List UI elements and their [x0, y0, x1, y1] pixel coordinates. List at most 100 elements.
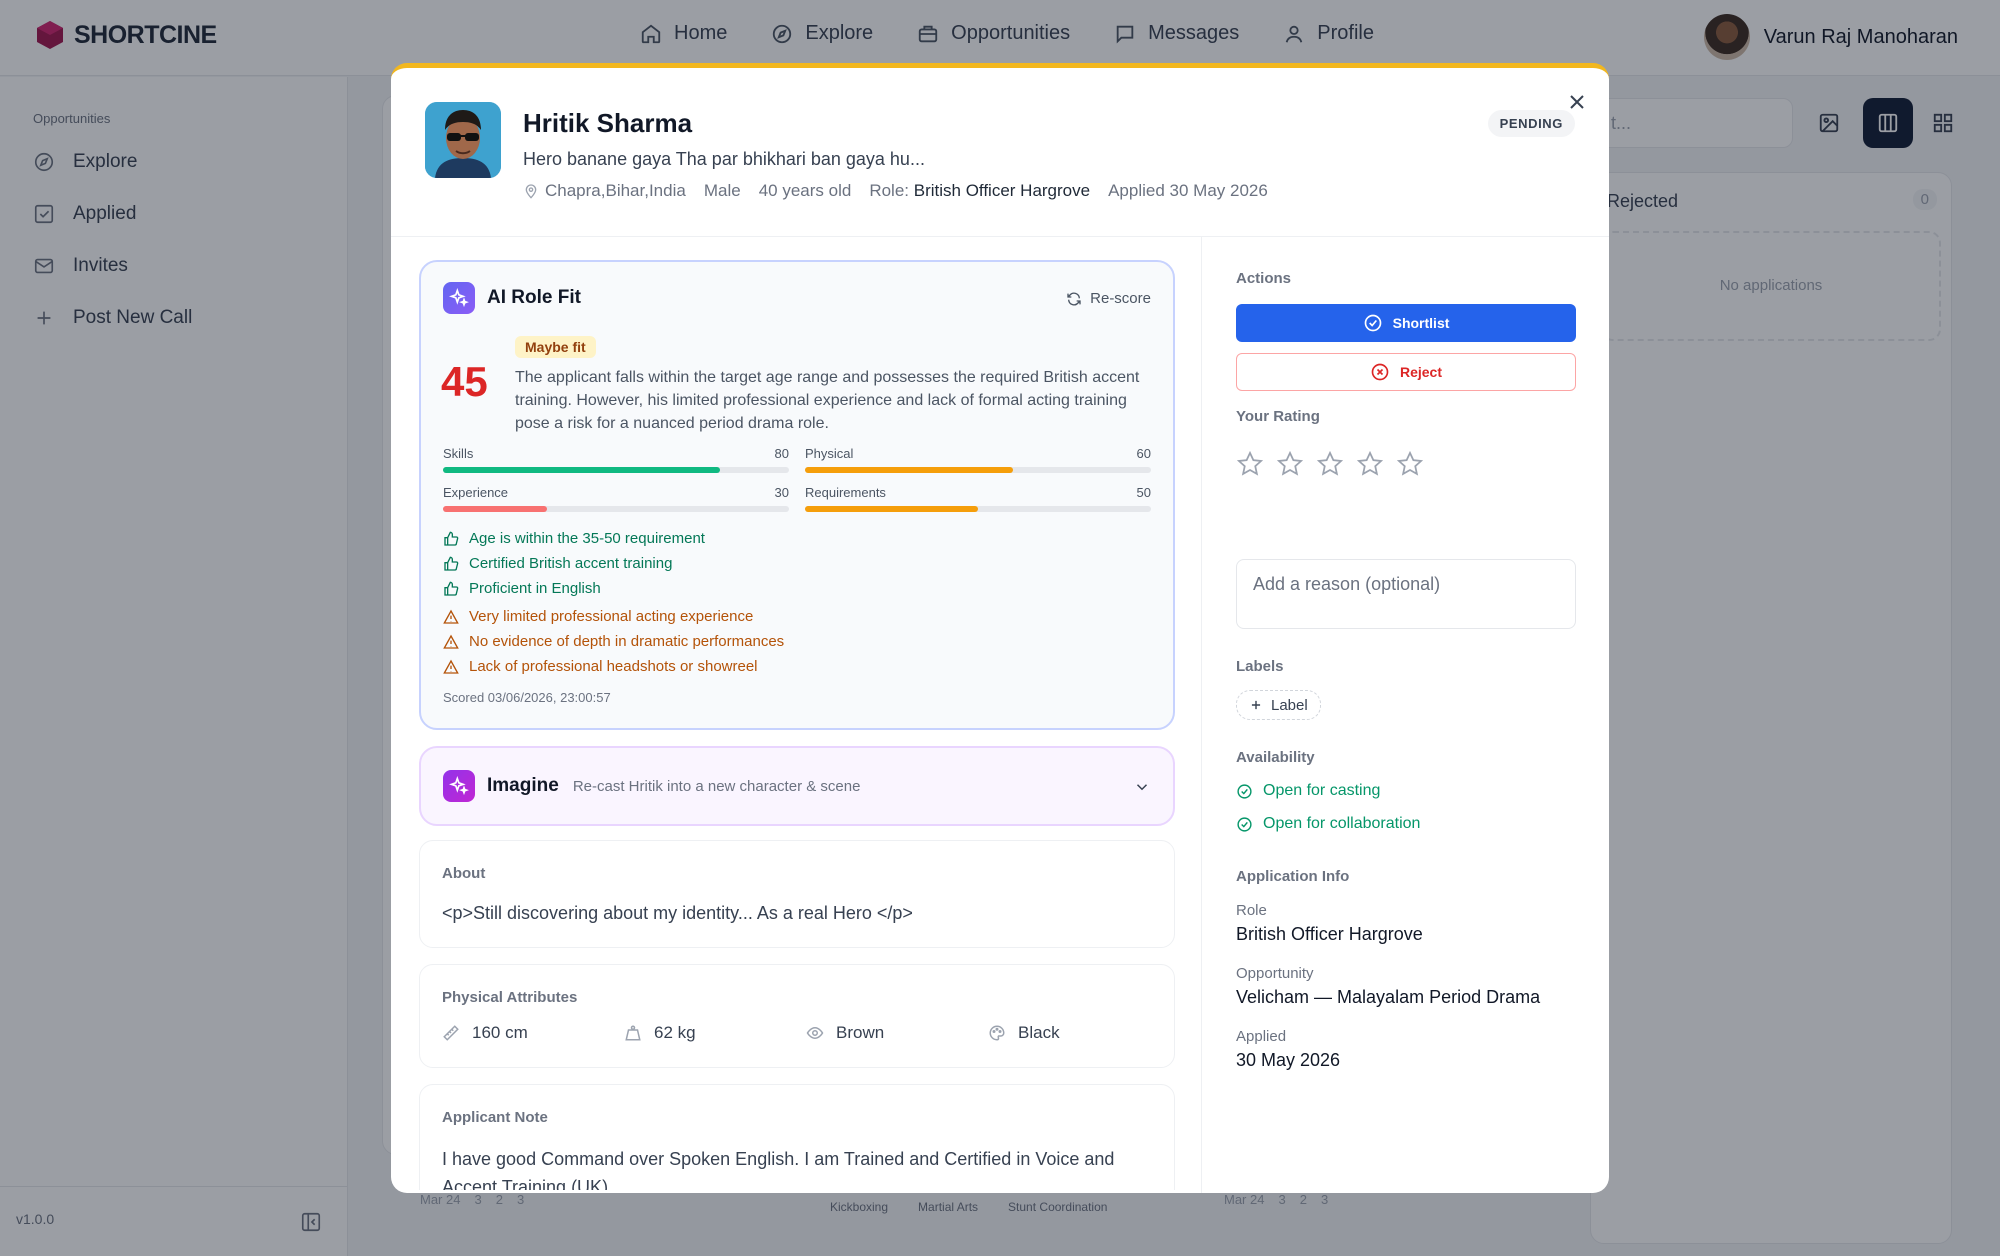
weight-icon [625, 1025, 641, 1041]
info-value: British Officer Hargrove [1236, 924, 1423, 944]
applicant-meta: Chapra,Bihar,India Male 40 years old Rol… [523, 181, 1268, 201]
refresh-icon [1067, 292, 1081, 305]
strength-text: Certified British accent training [469, 555, 673, 572]
role-prefix: Role: [869, 181, 909, 200]
availability-item: Open for casting [1236, 782, 1380, 800]
status-badge: PENDING [1487, 110, 1575, 137]
rating-title: Your Rating [1236, 408, 1320, 425]
rescore-button[interactable]: Re-score [1066, 290, 1151, 307]
eye-color-attribute: Brown [806, 1023, 988, 1043]
strength-item: Age is within the 35-50 requirement [443, 530, 784, 547]
bar-fill [443, 506, 547, 512]
bar-track [443, 506, 789, 512]
applicant-tagline: Hero banane gaya Tha par bhikhari ban ga… [523, 149, 925, 169]
sparkle-icon [443, 282, 475, 314]
imagine-title: Imagine [487, 775, 559, 796]
applicant-modal: PENDING Hritik Sharma Hero banane gaya T… [391, 63, 1609, 1193]
sparkle-icon [443, 770, 475, 802]
modal-sidebar: Actions Shortlist Reject Your Rating Lab… [1201, 236, 1609, 1193]
info-key: Applied [1236, 1028, 1287, 1045]
add-label-button[interactable]: Label [1236, 690, 1321, 720]
location: Chapra,Bihar,India [523, 181, 686, 201]
reject-button[interactable]: Reject [1236, 353, 1576, 391]
concern-text: Very limited professional acting experie… [469, 608, 754, 625]
actions-title: Actions [1236, 270, 1292, 287]
shortlist-label: Shortlist [1392, 315, 1450, 331]
bar-fill [805, 506, 978, 512]
rescore-label: Re-score [1090, 290, 1151, 307]
ruler-icon [443, 1025, 459, 1041]
check-circle-icon [1237, 816, 1252, 832]
physical-attributes-title: Physical Attributes [442, 989, 578, 1006]
hair-color-attribute: Black [988, 1023, 1170, 1043]
warning-icon [443, 609, 459, 624]
scored-timestamp: Scored 03/06/2026, 23:00:57 [443, 690, 611, 705]
star-icon[interactable] [1356, 450, 1384, 478]
score-bar-physical: Physical 60 [805, 446, 1151, 473]
imagine-card[interactable]: Imagine Re-cast Hritik into a new charac… [419, 746, 1175, 826]
bar-value: 60 [1136, 446, 1151, 461]
strength-text: Proficient in English [469, 580, 601, 597]
star-icon[interactable] [1276, 450, 1304, 478]
availability-text: Open for collaboration [1263, 815, 1421, 832]
reject-label: Reject [1399, 364, 1443, 380]
chevron-down-icon[interactable] [1133, 778, 1151, 796]
info-value: 30 May 2026 [1236, 1050, 1341, 1070]
strength-item: Proficient in English [443, 580, 784, 597]
thumbs-up-icon [444, 556, 459, 571]
physical-attributes: 160 cm 62 kg Brown Black [442, 1023, 1170, 1043]
check-circle-icon [1364, 314, 1381, 332]
ai-role-fit-title: AI Role Fit [487, 287, 581, 308]
role-name: British Officer Hargrove [913, 181, 1091, 200]
palette-icon [989, 1025, 1005, 1041]
bar-track [443, 467, 789, 473]
warning-icon [443, 659, 459, 674]
star-rating [1236, 450, 1424, 478]
applicant-photo [425, 102, 501, 178]
thumbs-up-icon [444, 531, 459, 546]
age: 40 years old [758, 181, 852, 200]
bar-fill [805, 467, 1013, 473]
bar-value: 30 [774, 485, 789, 500]
applied-date: Applied 30 May 2026 [1108, 181, 1268, 200]
score-bar-requirements: Requirements 50 [805, 485, 1151, 512]
fit-score: 45 [441, 358, 488, 405]
warning-icon [443, 634, 459, 649]
concern-item: Very limited professional acting experie… [443, 608, 784, 625]
bar-fill [443, 467, 720, 473]
bar-label: Physical [805, 446, 854, 461]
height-value: 160 cm [472, 1023, 528, 1042]
availability-text: Open for casting [1263, 782, 1381, 799]
strength-text: Age is within the 35-50 requirement [469, 530, 705, 547]
rating-reason-input[interactable] [1236, 559, 1576, 629]
ai-role-fit-card: AI Role Fit Re-score Maybe fit 45 The ap… [419, 260, 1175, 730]
eye-color-value: Brown [836, 1023, 885, 1042]
shortlist-button[interactable]: Shortlist [1236, 304, 1576, 342]
concern-text: No evidence of depth in dramatic perform… [469, 633, 785, 650]
modal-main-content[interactable]: AI Role Fit Re-score Maybe fit 45 The ap… [419, 260, 1175, 1190]
availability-item: Open for collaboration [1236, 815, 1420, 833]
star-icon[interactable] [1316, 450, 1344, 478]
close-icon[interactable] [1565, 90, 1589, 114]
fit-summary: The applicant falls within the target ag… [515, 369, 1140, 432]
about-card: About <p>Still discovering about my iden… [419, 840, 1175, 948]
location-text: Chapra,Bihar,India [545, 181, 686, 200]
score-bar-skills: Skills 80 [443, 446, 789, 473]
strength-item: Certified British accent training [443, 555, 784, 572]
concern-item: Lack of professional headshots or showre… [443, 658, 784, 675]
star-icon[interactable] [1396, 450, 1424, 478]
info-key: Opportunity [1236, 965, 1314, 982]
imagine-subtitle: Re-cast Hritik into a new character & sc… [572, 777, 861, 795]
physical-attributes-card: Physical Attributes 160 cm 62 kg Brown B… [419, 964, 1175, 1068]
about-title: About [442, 865, 486, 882]
height-attribute: 160 cm [442, 1023, 624, 1043]
bar-value: 50 [1136, 485, 1151, 500]
hair-color-value: Black [1018, 1023, 1060, 1042]
bar-label: Experience [443, 485, 509, 500]
fit-reasons: Age is within the 35-50 requirement Cert… [443, 530, 784, 675]
fit-verdict-badge: Maybe fit [515, 336, 596, 358]
star-icon[interactable] [1236, 450, 1264, 478]
add-label-text: Label [1271, 696, 1308, 714]
applicant-note-title: Applicant Note [442, 1109, 548, 1126]
labels-title: Labels [1236, 658, 1284, 675]
